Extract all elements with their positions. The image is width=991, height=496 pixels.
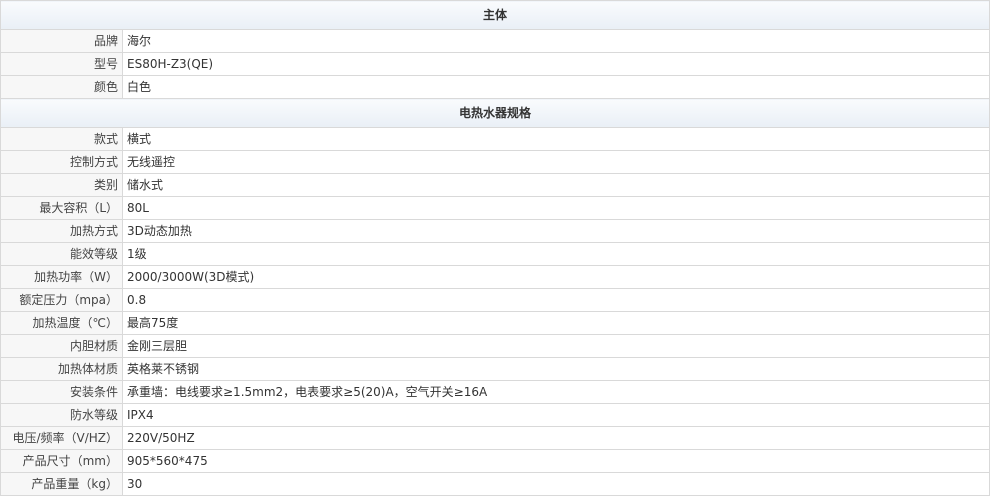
spec-label: 品牌 [0,29,123,53]
section-header-water-heater-specs: 电热水器规格 [0,98,990,128]
spec-label: 加热功率（W） [0,265,123,289]
section-header-main: 主体 [0,0,990,30]
spec-label: 颜色 [0,75,123,99]
spec-row-control-method: 控制方式 无线遥控 [0,150,990,174]
spec-label: 型号 [0,52,123,76]
spec-row-waterproof-grade: 防水等级 IPX4 [0,403,990,427]
spec-row-weight: 产品重量（kg） 30 [0,472,990,496]
spec-row-heating-method: 加热方式 3D动态加热 [0,219,990,243]
spec-row-brand: 品牌 海尔 [0,29,990,53]
spec-label: 款式 [0,127,123,151]
spec-row-heating-power: 加热功率（W） 2000/3000W(3D模式) [0,265,990,289]
spec-row-max-capacity: 最大容积（L） 80L [0,196,990,220]
spec-table: 主体 品牌 海尔 型号 ES80H-Z3(QE) 颜色 白色 电热水器规格 款式… [0,0,990,496]
spec-value: 905*560*475 [122,449,990,473]
spec-value: 80L [122,196,990,220]
spec-row-rated-pressure: 额定压力（mpa） 0.8 [0,288,990,312]
spec-row-heater-material: 加热体材质 英格莱不锈钢 [0,357,990,381]
spec-table-body: 主体 品牌 海尔 型号 ES80H-Z3(QE) 颜色 白色 电热水器规格 款式… [0,0,990,496]
spec-value: 承重墙：电线要求≥1.5mm2，电表要求≥5(20)A，空气开关≥16A [122,380,990,404]
spec-label: 额定压力（mpa） [0,288,123,312]
spec-value: 海尔 [122,29,990,53]
spec-value: IPX4 [122,403,990,427]
spec-value: 英格莱不锈钢 [122,357,990,381]
spec-value: 无线遥控 [122,150,990,174]
spec-row-voltage-frequency: 电压/频率（V/HZ） 220V/50HZ [0,426,990,450]
section-title: 电热水器规格 [0,98,990,128]
spec-value: 横式 [122,127,990,151]
spec-row-dimensions: 产品尺寸（mm） 905*560*475 [0,449,990,473]
spec-label: 防水等级 [0,403,123,427]
spec-value: 2000/3000W(3D模式) [122,265,990,289]
spec-row-model: 型号 ES80H-Z3(QE) [0,52,990,76]
spec-label: 加热方式 [0,219,123,243]
spec-row-installation: 安装条件 承重墙：电线要求≥1.5mm2，电表要求≥5(20)A，空气开关≥16… [0,380,990,404]
spec-value: 金刚三层胆 [122,334,990,358]
spec-row-color: 颜色 白色 [0,75,990,99]
spec-value: 30 [122,472,990,496]
spec-label: 类别 [0,173,123,197]
spec-row-heating-temperature: 加热温度（℃） 最高75度 [0,311,990,335]
spec-value: 220V/50HZ [122,426,990,450]
spec-label: 加热温度（℃） [0,311,123,335]
spec-value: 3D动态加热 [122,219,990,243]
spec-row-tank-material: 内胆材质 金刚三层胆 [0,334,990,358]
spec-label: 加热体材质 [0,357,123,381]
spec-value: 储水式 [122,173,990,197]
spec-label: 产品重量（kg） [0,472,123,496]
spec-label: 控制方式 [0,150,123,174]
spec-value: 0.8 [122,288,990,312]
spec-row-energy-grade: 能效等级 1级 [0,242,990,266]
spec-row-style: 款式 横式 [0,127,990,151]
spec-label: 电压/频率（V/HZ） [0,426,123,450]
spec-label: 能效等级 [0,242,123,266]
spec-row-category: 类别 储水式 [0,173,990,197]
spec-label: 内胆材质 [0,334,123,358]
spec-label: 产品尺寸（mm） [0,449,123,473]
section-title: 主体 [0,0,990,30]
spec-value: ES80H-Z3(QE) [122,52,990,76]
spec-label: 最大容积（L） [0,196,123,220]
spec-value: 白色 [122,75,990,99]
spec-label: 安装条件 [0,380,123,404]
spec-value: 最高75度 [122,311,990,335]
spec-value: 1级 [122,242,990,266]
